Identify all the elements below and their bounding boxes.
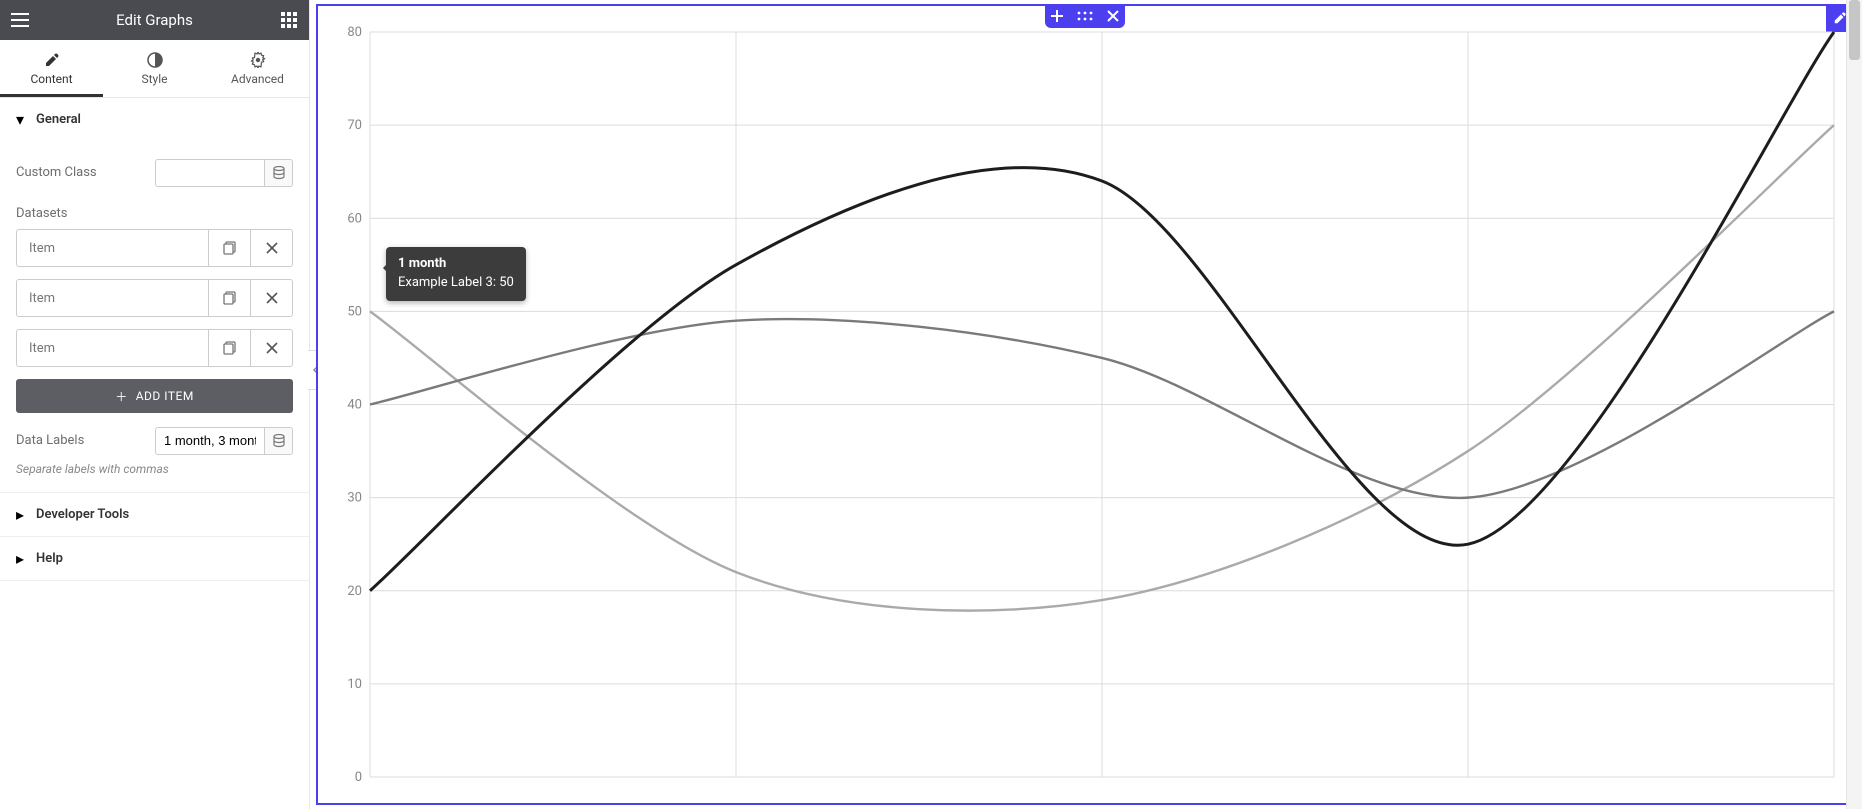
panel-developer-tools-title: Developer Tools bbox=[36, 507, 129, 522]
panel-general: ▾ General Custom Class Datasets Item bbox=[0, 98, 309, 493]
hamburger-menu-button[interactable] bbox=[0, 0, 40, 40]
svg-text:10: 10 bbox=[347, 677, 362, 692]
add-item-button[interactable]: ＋ ADD ITEM bbox=[16, 379, 293, 413]
datasets-list: Item Item Item bbox=[16, 229, 293, 367]
dataset-item[interactable]: Item bbox=[16, 229, 293, 267]
svg-text:80: 80 bbox=[347, 25, 362, 40]
svg-text:60: 60 bbox=[347, 211, 362, 226]
panel-help-title: Help bbox=[36, 551, 63, 566]
sidebar-tabs: Content Style Advanced bbox=[0, 40, 309, 98]
panel-help-toggle[interactable]: ▸ Help bbox=[0, 537, 309, 580]
svg-text:50: 50 bbox=[347, 304, 362, 319]
tab-advanced[interactable]: Advanced bbox=[206, 40, 309, 97]
copy-icon bbox=[223, 291, 237, 305]
dataset-item-label: Item bbox=[17, 241, 208, 256]
dataset-duplicate-button[interactable] bbox=[208, 230, 250, 266]
chart-widget-frame[interactable]: 01020304050607080 1 month Example Label … bbox=[316, 4, 1854, 805]
pencil-icon bbox=[44, 52, 60, 68]
custom-class-dynamic-button[interactable] bbox=[265, 159, 293, 187]
gear-icon bbox=[250, 52, 266, 68]
line-chart: 0 10 20 30 40 50 60 70 80 bbox=[328, 14, 1842, 795]
add-item-label: ADD ITEM bbox=[136, 389, 194, 403]
svg-text:40: 40 bbox=[347, 398, 362, 413]
caret-right-icon: ▸ bbox=[16, 505, 28, 524]
vertical-scrollbar[interactable] bbox=[1846, 0, 1862, 809]
dataset-item[interactable]: Item bbox=[16, 279, 293, 317]
database-icon bbox=[273, 434, 285, 448]
sidebar-header: Edit Graphs bbox=[0, 0, 309, 40]
tab-style[interactable]: Style bbox=[103, 40, 206, 97]
hamburger-icon bbox=[11, 13, 29, 27]
data-labels-label: Data Labels bbox=[16, 433, 84, 448]
tab-content[interactable]: Content bbox=[0, 40, 103, 97]
dataset-duplicate-button[interactable] bbox=[208, 280, 250, 316]
dataset-remove-button[interactable] bbox=[250, 280, 292, 316]
custom-class-label: Custom Class bbox=[16, 165, 97, 180]
scrollbar-thumb[interactable] bbox=[1849, 0, 1860, 60]
custom-class-input[interactable] bbox=[155, 159, 265, 187]
panel-developer-tools: ▸ Developer Tools bbox=[0, 493, 309, 537]
datasets-label: Datasets bbox=[16, 206, 293, 221]
sidebar-title: Edit Graphs bbox=[40, 11, 269, 29]
copy-icon bbox=[223, 341, 237, 355]
dataset-item-label: Item bbox=[17, 341, 208, 356]
close-icon bbox=[266, 292, 278, 304]
svg-text:0: 0 bbox=[355, 770, 362, 785]
dataset-item[interactable]: Item bbox=[16, 329, 293, 367]
panel-help: ▸ Help bbox=[0, 537, 309, 581]
panel-general-body: Custom Class Datasets Item Item bbox=[0, 141, 309, 492]
svg-text:20: 20 bbox=[347, 584, 362, 599]
editor-sidebar: Edit Graphs Content Style Advanced ▾ Gen… bbox=[0, 0, 310, 809]
dataset-remove-button[interactable] bbox=[250, 330, 292, 366]
caret-down-icon: ▾ bbox=[16, 110, 28, 129]
panel-general-title: General bbox=[36, 112, 81, 127]
close-icon bbox=[266, 242, 278, 254]
dataset-remove-button[interactable] bbox=[250, 230, 292, 266]
svg-text:30: 30 bbox=[347, 491, 362, 506]
close-icon bbox=[266, 342, 278, 354]
tab-style-label: Style bbox=[103, 72, 206, 86]
data-labels-dynamic-button[interactable] bbox=[265, 427, 293, 455]
tab-advanced-label: Advanced bbox=[206, 72, 309, 86]
caret-right-icon: ▸ bbox=[16, 549, 28, 568]
plus-icon: ＋ bbox=[115, 388, 128, 405]
panel-general-toggle[interactable]: ▾ General bbox=[0, 98, 309, 141]
chart-container: 01020304050607080 1 month Example Label … bbox=[328, 14, 1842, 795]
copy-icon bbox=[223, 241, 237, 255]
apps-grid-button[interactable] bbox=[269, 0, 309, 40]
data-labels-help: Separate labels with commas bbox=[16, 462, 293, 476]
svg-text:70: 70 bbox=[347, 118, 362, 133]
data-labels-input[interactable] bbox=[155, 427, 265, 455]
grid-icon bbox=[281, 12, 297, 28]
tab-content-label: Content bbox=[0, 72, 103, 86]
dataset-item-label: Item bbox=[17, 291, 208, 306]
panel-developer-tools-toggle[interactable]: ▸ Developer Tools bbox=[0, 493, 309, 536]
contrast-icon bbox=[147, 52, 163, 68]
database-icon bbox=[273, 166, 285, 180]
canvas-area: 01020304050607080 1 month Example Label … bbox=[310, 0, 1862, 809]
dataset-duplicate-button[interactable] bbox=[208, 330, 250, 366]
